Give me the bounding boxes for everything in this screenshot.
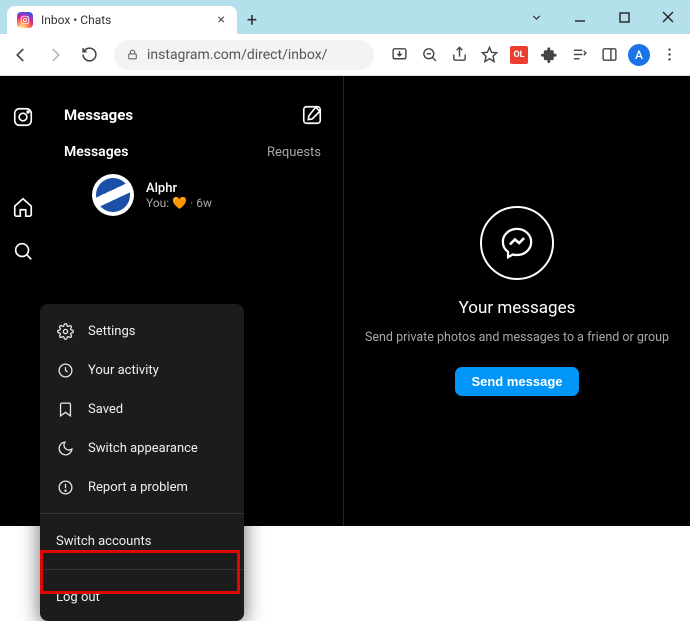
conversation-avatar bbox=[92, 174, 134, 216]
send-message-button[interactable]: Send message bbox=[455, 367, 578, 396]
bookmark-icon bbox=[56, 401, 74, 418]
side-panel-icon[interactable] bbox=[594, 40, 624, 70]
menu-logout-label: Log out bbox=[56, 590, 100, 605]
clock-icon bbox=[56, 362, 74, 379]
close-tab-icon[interactable]: × bbox=[216, 12, 227, 28]
menu-saved-label: Saved bbox=[88, 402, 123, 417]
menu-report[interactable]: Report a problem bbox=[40, 468, 244, 507]
messages-sub-label: Messages bbox=[64, 144, 128, 160]
window-close-button[interactable] bbox=[646, 0, 690, 34]
url-text: instagram.com/direct/inbox/ bbox=[147, 47, 327, 63]
install-app-icon[interactable] bbox=[384, 40, 414, 70]
browser-tab[interactable]: Inbox • Chats × bbox=[7, 6, 237, 34]
browser-toolbar: instagram.com/direct/inbox/ OL A bbox=[0, 34, 690, 76]
new-tab-button[interactable]: + bbox=[237, 6, 267, 34]
extensions-puzzle-icon[interactable] bbox=[534, 40, 564, 70]
dm-empty-state: Your messages Send private photos and me… bbox=[344, 76, 690, 526]
compose-icon[interactable] bbox=[301, 104, 323, 126]
address-bar[interactable]: instagram.com/direct/inbox/ bbox=[114, 40, 374, 70]
menu-settings[interactable]: Settings bbox=[40, 312, 244, 351]
reading-list-icon[interactable] bbox=[564, 40, 594, 70]
empty-subtitle: Send private photos and messages to a fr… bbox=[365, 330, 669, 345]
more-menu: Settings Your activity Saved Switch appe… bbox=[40, 304, 244, 621]
chrome-menu-icon[interactable] bbox=[654, 40, 684, 70]
empty-title: Your messages bbox=[459, 298, 576, 318]
menu-switch-label: Switch accounts bbox=[56, 534, 152, 549]
search-icon[interactable] bbox=[12, 240, 34, 262]
window-minimize-button[interactable] bbox=[558, 0, 602, 34]
conversation-name: Alphr bbox=[146, 181, 212, 196]
home-icon[interactable] bbox=[12, 196, 34, 218]
menu-logout[interactable]: Log out bbox=[40, 576, 244, 621]
menu-divider bbox=[40, 569, 244, 570]
menu-settings-label: Settings bbox=[88, 324, 135, 339]
instagram-logo-icon[interactable] bbox=[12, 106, 34, 128]
dm-left-panel: Messages Messages Requests Alphr You: 🧡 … bbox=[0, 76, 344, 526]
instagram-favicon bbox=[17, 12, 33, 28]
bookmark-star-icon[interactable] bbox=[474, 40, 504, 70]
menu-report-label: Report a problem bbox=[88, 480, 188, 495]
report-icon bbox=[56, 479, 74, 496]
menu-appearance-label: Switch appearance bbox=[88, 441, 198, 456]
back-button[interactable] bbox=[6, 40, 36, 70]
lock-icon bbox=[126, 48, 139, 61]
window-maximize-button[interactable] bbox=[602, 0, 646, 34]
window-titlebar: Inbox • Chats × + bbox=[0, 0, 690, 34]
menu-switch-accounts[interactable]: Switch accounts bbox=[40, 520, 244, 563]
conversation-item[interactable]: Alphr You: 🧡 · 6w bbox=[0, 160, 343, 216]
window-minimize-caret[interactable] bbox=[514, 0, 558, 34]
profile-avatar[interactable]: A bbox=[624, 40, 654, 70]
extension-ol-icon[interactable]: OL bbox=[504, 40, 534, 70]
share-icon[interactable] bbox=[444, 40, 474, 70]
tab-title: Inbox • Chats bbox=[41, 13, 208, 27]
gear-icon bbox=[56, 323, 74, 340]
moon-icon bbox=[56, 440, 74, 457]
messages-heading: Messages bbox=[64, 106, 133, 124]
requests-link[interactable]: Requests bbox=[267, 145, 321, 160]
menu-divider bbox=[40, 513, 244, 514]
menu-activity-label: Your activity bbox=[88, 363, 159, 378]
menu-appearance[interactable]: Switch appearance bbox=[40, 429, 244, 468]
forward-button[interactable] bbox=[40, 40, 70, 70]
menu-activity[interactable]: Your activity bbox=[40, 351, 244, 390]
zoom-icon[interactable] bbox=[414, 40, 444, 70]
messenger-circle-icon bbox=[480, 206, 554, 280]
app-content: Messages Messages Requests Alphr You: 🧡 … bbox=[0, 76, 690, 526]
reload-button[interactable] bbox=[74, 40, 104, 70]
menu-saved[interactable]: Saved bbox=[40, 390, 244, 429]
conversation-preview: You: 🧡 · 6w bbox=[146, 196, 212, 210]
